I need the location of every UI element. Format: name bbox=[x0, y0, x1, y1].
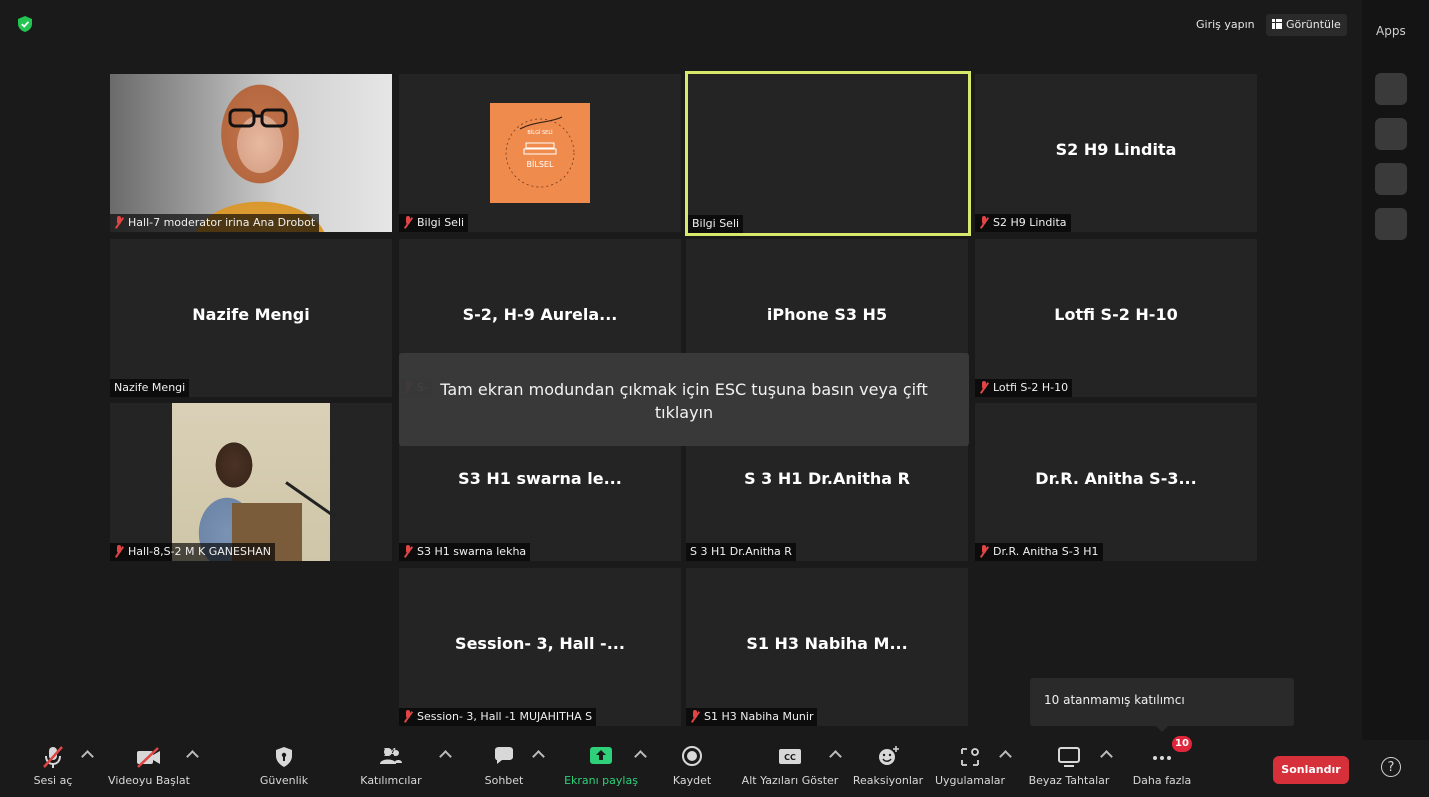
chevron-up-icon[interactable] bbox=[532, 750, 545, 763]
participant-name-label: Session- 3, Hall -1 MUJAHITHA S bbox=[399, 708, 597, 726]
apps-panel bbox=[1362, 0, 1429, 740]
end-meeting-button[interactable]: Sonlandır bbox=[1273, 756, 1349, 784]
participant-tile[interactable]: S1 H3 Nabiha M... S1 H3 Nabiha Munir bbox=[686, 568, 968, 726]
view-button[interactable]: Görüntüle bbox=[1266, 14, 1347, 36]
mic-muted-icon bbox=[403, 216, 413, 228]
participant-display-name: S 3 H1 Dr.Anitha R bbox=[744, 469, 910, 488]
mic-muted-icon bbox=[403, 545, 413, 557]
participants-count: 14 bbox=[383, 746, 397, 759]
sign-in-link[interactable]: Giriş yapın bbox=[1196, 14, 1255, 36]
reaction-smiley-icon bbox=[879, 746, 899, 765]
whiteboard-icon bbox=[1058, 747, 1080, 767]
bilgi-seli-logo: BİLGİ SELİ BİLSEL bbox=[490, 103, 590, 203]
participant-tile[interactable]: Dr.R. Anitha S-3... Dr.R. Anitha S-3 H1 bbox=[975, 403, 1257, 561]
participant-name-label: Nazife Mengi bbox=[110, 379, 190, 397]
participant-display-name: Lotfi S-2 H-10 bbox=[1054, 305, 1178, 324]
mic-muted-icon bbox=[114, 545, 124, 557]
record-button[interactable]: Kaydet bbox=[670, 744, 714, 787]
app-slot[interactable] bbox=[1375, 208, 1407, 240]
mic-muted-icon bbox=[690, 710, 700, 722]
fullscreen-exit-toast: Tam ekran modundan çıkmak için ESC tuşun… bbox=[399, 353, 969, 446]
participant-tile[interactable]: S2 H9 Lindita S2 H9 Lindita bbox=[975, 74, 1257, 232]
participant-tile[interactable]: Hall-8,S-2 M K GANESHAN bbox=[110, 403, 392, 561]
apps-button[interactable]: Uygulamalar bbox=[930, 744, 1010, 787]
participant-name-label: S 3 H1 Dr.Anitha R bbox=[686, 543, 796, 561]
participant-display-name: iPhone S3 H5 bbox=[766, 305, 888, 324]
unmute-button[interactable]: Sesi aç bbox=[30, 744, 76, 787]
participant-name-label: Bilgi Seli bbox=[399, 214, 469, 232]
participant-display-name: S-2, H-9 Aurela... bbox=[462, 305, 618, 324]
chat-button[interactable]: Sohbet bbox=[478, 744, 530, 787]
participant-display-name: S1 H3 Nabiha M... bbox=[746, 634, 908, 653]
mic-muted-icon bbox=[114, 216, 124, 228]
mic-muted-icon bbox=[403, 710, 413, 722]
participant-video bbox=[110, 74, 392, 232]
whiteboards-button[interactable]: Beyaz Tahtalar bbox=[1026, 744, 1112, 787]
participant-tile-active-speaker[interactable]: Bilgi Seli bbox=[685, 71, 971, 236]
share-screen-button[interactable]: Ekranı paylaş bbox=[563, 744, 639, 787]
view-label: Görüntüle bbox=[1286, 18, 1341, 31]
more-button[interactable]: 10 Daha fazla bbox=[1128, 736, 1196, 787]
participant-name-label: S2 H9 Lindita bbox=[975, 214, 1071, 232]
participant-display-name: Session- 3, Hall -... bbox=[455, 634, 625, 653]
svg-text:BİLGİ SELİ: BİLGİ SELİ bbox=[527, 129, 552, 136]
participant-name-label: Dr.R. Anitha S-3 H1 bbox=[975, 543, 1103, 561]
participant-tile[interactable]: Session- 3, Hall -... Session- 3, Hall -… bbox=[399, 568, 681, 726]
shield-check-icon[interactable] bbox=[18, 16, 32, 32]
closed-captions-icon: CC bbox=[779, 749, 801, 764]
participant-name-label: S1 H3 Nabiha Munir bbox=[686, 708, 818, 726]
svg-text:BİLSEL: BİLSEL bbox=[527, 159, 554, 169]
notification-badge: 10 bbox=[1172, 736, 1192, 752]
reactions-button[interactable]: Reaksiyonlar bbox=[852, 744, 924, 787]
unassigned-participants-popup[interactable]: 10 atanmamış katılımcı bbox=[1030, 678, 1294, 732]
security-button[interactable]: Güvenlik bbox=[252, 744, 316, 787]
participant-video bbox=[172, 403, 330, 561]
more-dots-icon bbox=[1153, 756, 1171, 760]
participant-display-name: S2 H9 Lindita bbox=[1055, 140, 1177, 159]
app-slot[interactable] bbox=[1375, 163, 1407, 195]
help-icon[interactable]: ? bbox=[1381, 757, 1401, 777]
participants-button[interactable]: 14 Katılımcılar bbox=[355, 744, 427, 787]
participant-display-name: Nazife Mengi bbox=[192, 305, 310, 324]
participant-tile[interactable]: Nazife Mengi Nazife Mengi bbox=[110, 239, 392, 397]
show-captions-button[interactable]: CC Alt Yazıları Göster bbox=[738, 744, 842, 787]
mic-muted-icon bbox=[979, 381, 989, 393]
participant-tile[interactable]: Hall-7 moderator irina Ana Drobot bbox=[110, 74, 392, 232]
participant-display-name: S3 H1 swarna le... bbox=[458, 469, 622, 488]
apps-panel-title: Apps bbox=[1376, 24, 1406, 38]
participant-display-name: Dr.R. Anitha S-3... bbox=[1035, 469, 1197, 488]
shield-icon bbox=[276, 747, 292, 767]
mic-muted-icon bbox=[43, 746, 63, 768]
share-screen-icon bbox=[590, 747, 612, 764]
glasses bbox=[228, 108, 288, 128]
video-off-icon bbox=[137, 747, 160, 768]
participant-name-label: Lotfi S-2 H-10 bbox=[975, 379, 1073, 397]
app-slot[interactable] bbox=[1375, 118, 1407, 150]
mic-muted-icon bbox=[979, 216, 989, 228]
start-video-button[interactable]: Videoyu Başlat bbox=[108, 744, 190, 787]
participant-tile[interactable]: Lotfi S-2 H-10 Lotfi S-2 H-10 bbox=[975, 239, 1257, 397]
record-icon bbox=[682, 746, 702, 766]
participant-name-label: Hall-7 moderator irina Ana Drobot bbox=[110, 214, 320, 232]
participant-tile[interactable]: BİLGİ SELİ BİLSEL Bilgi Seli bbox=[399, 74, 681, 232]
grid-icon bbox=[1272, 19, 1282, 29]
svg-text:CC: CC bbox=[784, 753, 796, 762]
app-slot[interactable] bbox=[1375, 73, 1407, 105]
chevron-up-icon[interactable] bbox=[81, 750, 94, 763]
meeting-toolbar: Sesi aç Videoyu Başlat Güvenlik 14 Katıl… bbox=[0, 736, 1429, 797]
chevron-up-icon[interactable] bbox=[439, 750, 452, 763]
top-bar: Giriş yapın Görüntüle bbox=[0, 0, 1360, 50]
participant-name-label: Hall-8,S-2 M K GANESHAN bbox=[110, 543, 275, 561]
mic-muted-icon bbox=[979, 545, 989, 557]
participant-name-label: Bilgi Seli bbox=[688, 215, 744, 233]
chat-icon bbox=[495, 747, 513, 764]
participant-name-label: S3 H1 swarna lekha bbox=[399, 543, 531, 561]
apps-icon bbox=[961, 748, 979, 766]
